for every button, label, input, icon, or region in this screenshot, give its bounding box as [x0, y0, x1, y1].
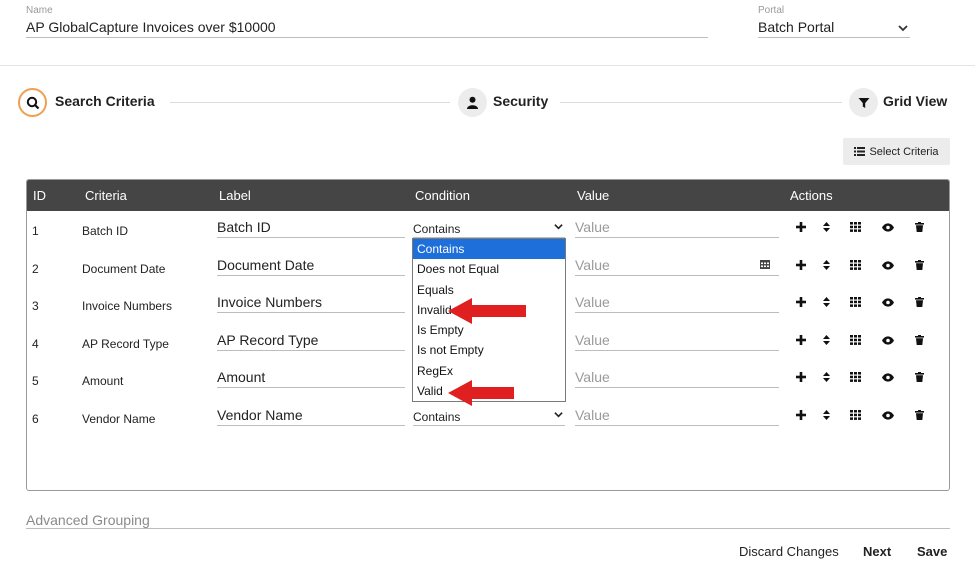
sort-icon[interactable] [823, 221, 830, 235]
grid-header: ID Criteria Label Condition Value Action… [27, 180, 949, 211]
step-search-criteria-icon[interactable] [18, 88, 47, 117]
select-criteria-button[interactable]: Select Criteria [843, 138, 950, 165]
grid-icon[interactable] [850, 259, 861, 273]
grid-icon[interactable] [850, 296, 861, 310]
column-header-label: Label [219, 188, 251, 203]
chevron-down-icon [554, 404, 563, 430]
row-criteria: Batch ID [82, 224, 129, 238]
add-icon[interactable] [796, 371, 806, 385]
add-icon[interactable] [796, 221, 806, 235]
add-icon[interactable] [796, 259, 806, 273]
grid-icon[interactable] [850, 409, 861, 423]
red-arrow-annotation [448, 380, 514, 406]
row-criteria: AP Record Type [82, 336, 169, 351]
column-header-condition: Condition [415, 188, 470, 203]
sort-icon[interactable] [823, 371, 830, 385]
advanced-grouping-divider [26, 528, 950, 529]
sort-icon[interactable] [823, 296, 830, 310]
calendar-icon[interactable] [760, 259, 770, 272]
portal-select[interactable]: Batch Portal [758, 16, 910, 38]
row-criteria: Invoice Numbers [82, 299, 173, 313]
row-value-input[interactable]: Value [575, 404, 779, 426]
row-condition-select[interactable]: Contains [413, 216, 565, 238]
row-value-input[interactable]: Value [575, 366, 779, 388]
eye-icon[interactable] [882, 409, 894, 423]
row-id: 4 [32, 336, 39, 351]
select-criteria-label: Select Criteria [869, 145, 939, 158]
next-button[interactable]: Next [863, 544, 891, 559]
grid-icon[interactable] [850, 334, 861, 348]
row-value-input[interactable]: Value [575, 216, 779, 238]
dropdown-option[interactable]: Contains [413, 239, 565, 260]
row-label-input[interactable]: Document Date [217, 254, 405, 276]
eye-icon[interactable] [882, 221, 894, 235]
row-condition-value: Contains [413, 222, 461, 236]
advanced-grouping-label[interactable]: Advanced Grouping [26, 512, 150, 528]
trash-icon[interactable] [915, 409, 924, 423]
add-icon[interactable] [796, 334, 806, 348]
row-criteria: Vendor Name [82, 411, 156, 426]
eye-icon[interactable] [882, 371, 894, 385]
portal-label: Portal [758, 5, 785, 16]
column-header-actions: Actions [790, 188, 833, 203]
step-search-criteria-label[interactable]: Search Criteria [55, 93, 155, 109]
list-icon [854, 147, 866, 156]
portal-select-value: Batch Portal [758, 19, 835, 35]
add-icon[interactable] [796, 409, 806, 423]
row-id: 5 [32, 374, 39, 388]
row-id: 2 [32, 261, 39, 276]
top-bar: Name AP GlobalCapture Invoices over $100… [0, 0, 975, 66]
trash-icon[interactable] [915, 296, 924, 310]
step-connector [560, 102, 842, 103]
dropdown-option[interactable]: Does not Equal [413, 259, 565, 279]
row-label-input[interactable]: Invoice Numbers [217, 291, 405, 313]
dropdown-option[interactable]: Is not Empty [413, 340, 565, 360]
row-value-input[interactable]: Value [575, 291, 779, 313]
row-value-input[interactable]: Value [575, 329, 779, 351]
filter-icon [858, 97, 869, 108]
eye-icon[interactable] [882, 259, 894, 273]
chevron-down-icon [898, 16, 908, 41]
step-security-icon[interactable] [458, 88, 487, 117]
eye-icon[interactable] [882, 334, 894, 348]
add-icon[interactable] [796, 296, 806, 310]
row-id: 1 [32, 224, 39, 238]
sort-icon[interactable] [823, 334, 830, 348]
row-label-input[interactable]: Vendor Name [217, 404, 405, 426]
trash-icon[interactable] [915, 259, 924, 273]
name-input[interactable]: AP GlobalCapture Invoices over $10000 [26, 16, 708, 38]
step-grid-view-icon[interactable] [849, 88, 878, 117]
trash-icon[interactable] [915, 221, 924, 235]
red-arrow-annotation [448, 298, 526, 324]
column-header-criteria: Criteria [85, 188, 127, 203]
search-icon [26, 96, 39, 109]
row-condition-value: Contains [413, 409, 461, 424]
trash-icon[interactable] [915, 371, 924, 385]
row-criteria: Document Date [82, 261, 166, 276]
sort-icon[interactable] [823, 409, 830, 423]
dropdown-option[interactable]: RegEx [413, 361, 565, 381]
row-label-input[interactable]: AP Record Type [217, 329, 405, 351]
step-security-label[interactable]: Security [493, 93, 548, 109]
sort-icon[interactable] [823, 259, 830, 273]
eye-icon[interactable] [882, 296, 894, 310]
column-header-id: ID [33, 188, 46, 203]
row-label-input[interactable]: Amount [217, 366, 405, 388]
step-grid-view-label[interactable]: Grid View [883, 93, 947, 109]
row-value-input[interactable]: Value [575, 254, 779, 276]
save-button[interactable]: Save [917, 544, 947, 559]
column-header-value: Value [577, 188, 610, 203]
grid-icon[interactable] [850, 371, 861, 385]
name-label: Name [26, 5, 53, 16]
grid-icon[interactable] [850, 221, 861, 235]
wizard-steps: Search Criteria Security Grid View [0, 86, 975, 120]
discard-changes-button[interactable]: Discard Changes [739, 544, 839, 559]
trash-icon[interactable] [915, 334, 924, 348]
row-criteria: Amount [82, 374, 124, 388]
row-id: 3 [32, 299, 39, 313]
user-icon [467, 96, 478, 109]
row-id: 6 [32, 411, 39, 426]
step-connector [170, 102, 450, 103]
row-label-input[interactable]: Batch ID [217, 216, 405, 238]
